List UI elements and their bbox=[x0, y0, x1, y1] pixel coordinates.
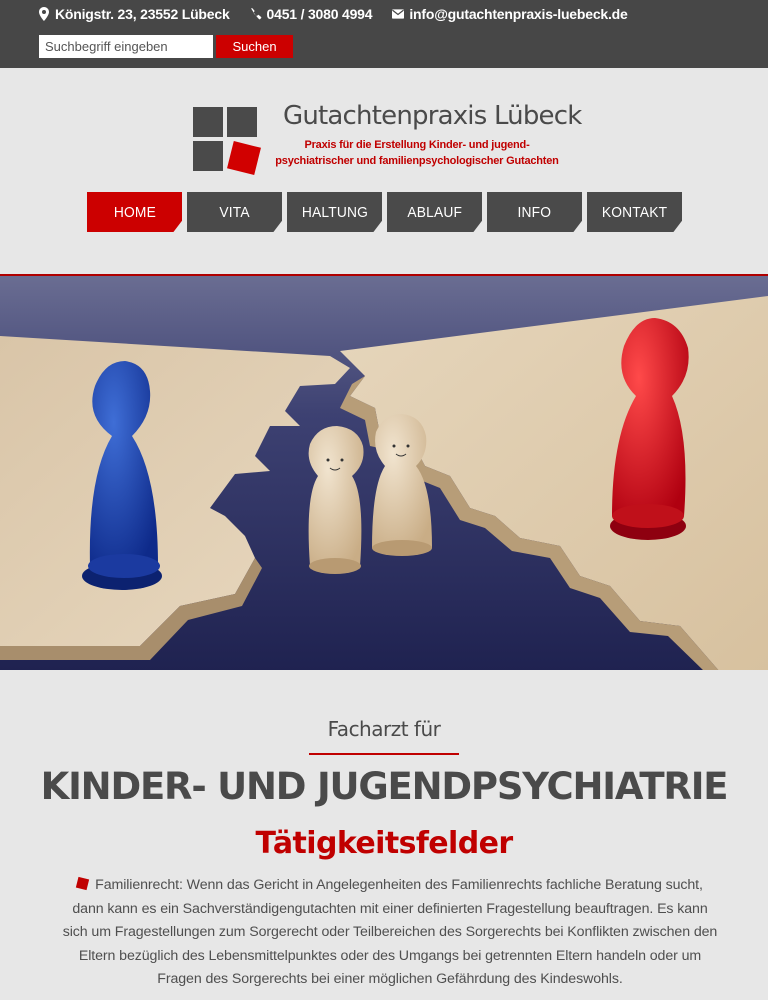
heading-divider bbox=[309, 753, 459, 755]
phone-link[interactable]: 0451 / 3080 4994 bbox=[267, 6, 373, 22]
nav-label-kontakt: KONTAKT bbox=[601, 203, 668, 221]
logo-icon[interactable] bbox=[193, 107, 265, 175]
search-input[interactable] bbox=[39, 35, 213, 58]
nav-label-ablauf: ABLAUF bbox=[407, 203, 462, 221]
main-navigation: HOME VITA HALTUNG ABLAUF INFO KONTAKT bbox=[87, 192, 687, 232]
page-title: KINDER- UND JUGENDPSYCHIATRIE bbox=[40, 765, 729, 808]
nav-item-vita[interactable]: VITA bbox=[187, 192, 282, 232]
email-item[interactable]: info@gutachtenpraxis-luebeck.de bbox=[392, 6, 628, 22]
nav-item-ablauf[interactable]: ABLAUF bbox=[387, 192, 482, 232]
top-bar: Königstr. 23, 23552 Lübeck 0451 / 3080 4… bbox=[0, 0, 768, 68]
site-tagline: Praxis für die Erstellung Kinder- und ju… bbox=[275, 139, 559, 167]
map-marker-icon bbox=[38, 7, 50, 21]
nav-item-home[interactable]: HOME bbox=[87, 192, 182, 232]
nav-item-haltung[interactable]: HALTUNG bbox=[287, 192, 382, 232]
red-square-bullet-icon bbox=[75, 876, 90, 891]
nav-label-vita: VITA bbox=[219, 203, 250, 221]
nav-label-home: HOME bbox=[113, 203, 156, 221]
search-button[interactable]: Suchen bbox=[216, 35, 293, 58]
address-text: Königstr. 23, 23552 Lübeck bbox=[55, 6, 230, 22]
nav-item-kontakt[interactable]: KONTAKT bbox=[587, 192, 682, 232]
phone-icon bbox=[250, 7, 262, 21]
subheading: Facharzt für bbox=[327, 717, 441, 741]
nav-label-haltung: HALTUNG bbox=[301, 203, 368, 221]
hero-image bbox=[0, 274, 768, 670]
address-item: Königstr. 23, 23552 Lübeck bbox=[38, 6, 230, 22]
section-title: Tätigkeitsfelder bbox=[255, 826, 513, 861]
nav-item-info[interactable]: INFO bbox=[487, 192, 582, 232]
phone-item[interactable]: 0451 / 3080 4994 bbox=[250, 6, 373, 22]
site-title[interactable]: Gutachtenpraxis Lübeck bbox=[283, 101, 582, 131]
email-link[interactable]: info@gutachtenpraxis-luebeck.de bbox=[409, 6, 627, 22]
contact-row: Königstr. 23, 23552 Lübeck 0451 / 3080 4… bbox=[38, 5, 648, 23]
paragraph-text: Familienrecht: Wenn das Gericht in Angel… bbox=[62, 877, 718, 987]
search-form: Suchen bbox=[39, 35, 293, 58]
paragraph-familienrecht: Familienrecht: Wenn das Gericht in Angel… bbox=[60, 874, 720, 992]
nav-label-info: INFO bbox=[517, 203, 552, 221]
envelope-icon bbox=[392, 7, 405, 21]
